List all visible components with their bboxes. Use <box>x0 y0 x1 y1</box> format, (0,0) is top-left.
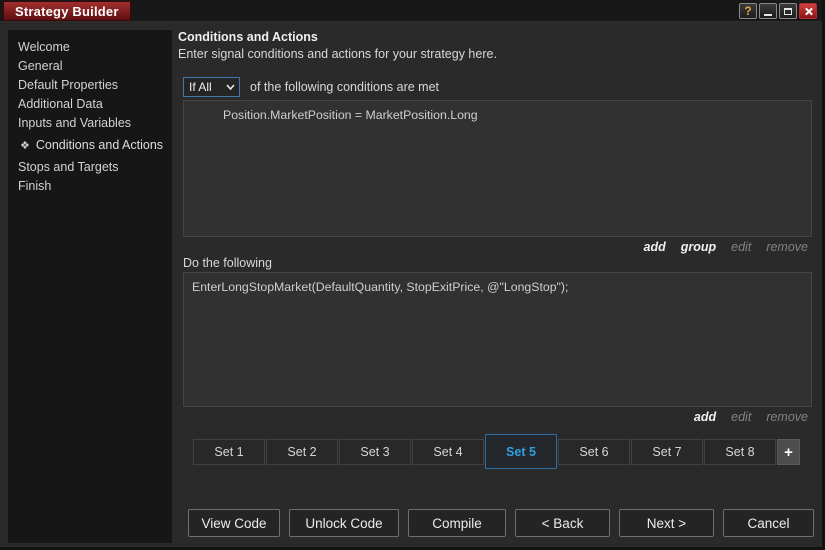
conditions-list[interactable]: Position.MarketPosition = MarketPosition… <box>183 100 812 237</box>
condition-item[interactable]: Position.MarketPosition = MarketPosition… <box>184 101 811 122</box>
condition-operator-value: If All <box>189 80 212 94</box>
next-button[interactable]: Next > <box>619 509 714 537</box>
action-item[interactable]: EnterLongStopMarket(DefaultQuantity, Sto… <box>184 273 811 294</box>
sidebar-item-stops-and-targets[interactable]: Stops and Targets <box>8 158 172 177</box>
minimize-icon <box>764 14 772 16</box>
wizard-step-list: Welcome General Default Properties Addit… <box>8 30 172 543</box>
titlebar: Strategy Builder ? <box>0 0 822 22</box>
actions-add-link[interactable]: add <box>694 410 716 424</box>
compile-button[interactable]: Compile <box>408 509 506 537</box>
sidebar-item-default-properties[interactable]: Default Properties <box>8 76 172 95</box>
tab-set-6[interactable]: Set 6 <box>558 439 630 465</box>
footer-buttons: View Code Unlock Code Compile < Back Nex… <box>188 509 814 537</box>
condition-operator-select[interactable]: If All <box>183 77 240 97</box>
window-title: Strategy Builder <box>15 3 119 19</box>
set-tabs: Set 1 Set 2 Set 3 Set 4 Set 5 Set 6 Set … <box>193 434 800 469</box>
current-step-diamond-icon: ❖ <box>20 140 30 152</box>
conditions-edit-link: edit <box>731 240 752 254</box>
maximize-icon <box>784 7 792 15</box>
tab-set-2[interactable]: Set 2 <box>266 439 338 465</box>
actions-edit-link: edit <box>731 410 752 424</box>
back-button[interactable]: < Back <box>515 509 610 537</box>
help-icon: ? <box>744 4 752 18</box>
close-icon <box>804 7 813 16</box>
tab-set-3[interactable]: Set 3 <box>339 439 411 465</box>
window-controls: ? <box>739 3 817 19</box>
sidebar-item-general[interactable]: General <box>8 57 172 76</box>
maximize-button[interactable] <box>779 3 797 19</box>
view-code-button[interactable]: View Code <box>188 509 280 537</box>
conditions-add-link[interactable]: add <box>644 240 666 254</box>
tab-set-8[interactable]: Set 8 <box>704 439 776 465</box>
close-button[interactable] <box>799 3 817 19</box>
sidebar-item-conditions-and-actions[interactable]: ❖ Conditions and Actions <box>8 136 172 155</box>
actions-list[interactable]: EnterLongStopMarket(DefaultQuantity, Sto… <box>183 272 812 407</box>
cancel-button[interactable]: Cancel <box>723 509 814 537</box>
sidebar-item-additional-data[interactable]: Additional Data <box>8 95 172 114</box>
sidebar-item-label: Conditions and Actions <box>35 138 164 152</box>
page-subtitle: Enter signal conditions and actions for … <box>178 47 497 61</box>
main-panel: Conditions and Actions Enter signal cond… <box>178 28 817 543</box>
condition-operator-suffix: of the following conditions are met <box>250 80 439 94</box>
tab-set-1[interactable]: Set 1 <box>193 439 265 465</box>
window-title-tab: Strategy Builder <box>3 1 131 21</box>
tab-set-7[interactable]: Set 7 <box>631 439 703 465</box>
minimize-button[interactable] <box>759 3 777 19</box>
help-button[interactable]: ? <box>739 3 757 19</box>
page-title: Conditions and Actions <box>178 30 318 44</box>
add-set-button[interactable]: + <box>777 439 800 465</box>
actions-link-row: add edit remove <box>183 410 812 424</box>
strategy-builder-window: Strategy Builder ? Welcome General Defau… <box>0 0 825 550</box>
chevron-down-icon <box>226 84 235 90</box>
sidebar-item-welcome[interactable]: Welcome <box>8 38 172 57</box>
conditions-group-link[interactable]: group <box>681 240 716 254</box>
actions-remove-link: remove <box>766 410 808 424</box>
sidebar-item-inputs-and-variables[interactable]: Inputs and Variables <box>8 114 172 133</box>
sidebar-item-finish[interactable]: Finish <box>8 177 172 196</box>
conditions-remove-link: remove <box>766 240 808 254</box>
condition-operator-row: If All of the following conditions are m… <box>183 77 439 97</box>
tab-set-4[interactable]: Set 4 <box>412 439 484 465</box>
actions-section-label: Do the following <box>183 256 272 270</box>
conditions-link-row: add group edit remove <box>183 240 812 254</box>
tab-set-5[interactable]: Set 5 <box>485 434 557 469</box>
unlock-code-button[interactable]: Unlock Code <box>289 509 399 537</box>
